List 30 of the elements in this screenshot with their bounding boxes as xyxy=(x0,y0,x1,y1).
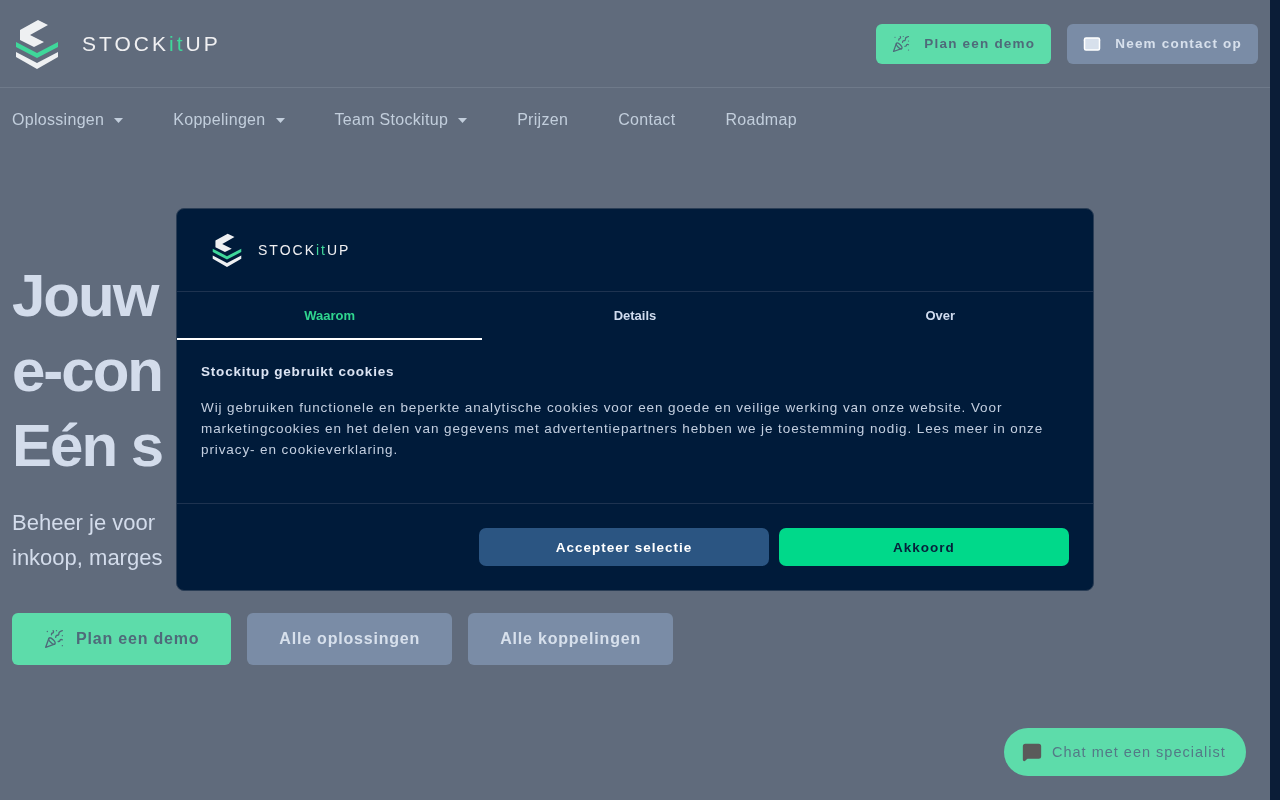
accept-selection-button[interactable]: Accepteer selectie xyxy=(479,528,769,566)
hero-title-line: e-con xyxy=(12,336,163,406)
nav-link[interactable]: Koppelingen xyxy=(173,111,285,129)
logo-wordmark: STOCKitUP xyxy=(82,31,221,56)
dialog-tab[interactable]: Waarom xyxy=(177,292,483,340)
hero-subtitle-line: inkoop, marges xyxy=(12,544,163,572)
hero-title-line: Eén s xyxy=(12,411,163,481)
hero-button[interactable]: Alle koppelingen xyxy=(468,613,673,665)
nav-link[interactable]: Prijzen xyxy=(517,111,569,129)
logo-wordmark: STOCK it UP xyxy=(258,242,351,258)
chat-button[interactable]: Chat met een specialist xyxy=(1004,728,1246,776)
chat-icon xyxy=(1022,742,1042,762)
dialog-text: Wij gebruiken functionele en beperkte analytische cookies voor een goede en veilige werking van onze website. Voor marketingcookies en het delen van gegevens met advertentiepartners hebben we je toestemming nodig. Lees meer in onze privacy- en cookieverklaring. xyxy=(201,399,1045,459)
accept-button[interactable]: Akkoord xyxy=(779,528,1069,566)
nav-link[interactable]: Contact xyxy=(618,111,676,129)
hero-button[interactable]: Plan een demo xyxy=(12,613,232,665)
dialog-heading: Stockitup gebruikt cookies xyxy=(201,364,396,379)
demo-button[interactable]: Plan een demo xyxy=(876,23,1052,64)
hero-subtitle-line: Beheer je voor xyxy=(12,509,156,537)
nav-link[interactable]: Oplossingen xyxy=(12,111,124,129)
nav-link[interactable]: Roadmap xyxy=(725,111,797,129)
hero-title-line: Jouw xyxy=(12,261,158,331)
contact-button[interactable]: Neem contact op xyxy=(1067,23,1258,64)
party-popper-icon xyxy=(892,34,911,53)
logo-icon xyxy=(210,231,244,269)
nav-link[interactable]: Team Stockitup xyxy=(334,111,468,129)
party-popper-icon xyxy=(44,629,64,649)
dialog-tab[interactable]: Over xyxy=(787,292,1093,340)
hero-button[interactable]: Alle oplossingen xyxy=(247,613,453,665)
dialog-tab[interactable]: Details xyxy=(482,292,788,340)
